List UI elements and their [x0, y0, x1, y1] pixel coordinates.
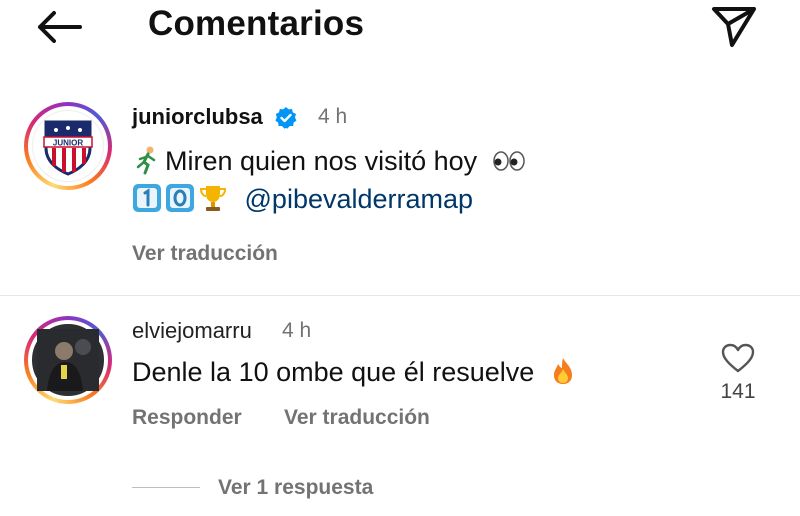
trophy-icon: [198, 183, 228, 213]
running-person-icon: [132, 145, 162, 175]
caption-line1: Miren quien nos visitó hoy: [165, 146, 478, 176]
arrow-left-icon: [38, 11, 82, 43]
like-count: 141: [720, 380, 756, 403]
see-translation-link[interactable]: Ver traducción: [132, 242, 278, 266]
heart-icon: [721, 343, 755, 373]
post-caption: JUNIOR juniorclubsa 4 h Miren quien nos …: [0, 96, 800, 292]
post-username[interactable]: juniorclubsa: [132, 104, 263, 130]
verified-badge-icon: [275, 107, 297, 129]
commenter-avatar[interactable]: [24, 316, 112, 404]
view-replies-button[interactable]: Ver 1 respuesta: [218, 476, 373, 500]
comment-time: 4 h: [282, 319, 312, 342]
paper-plane-icon: [712, 7, 756, 47]
caption-text: Miren quien nos visitó hoy @pibevalderra…: [132, 142, 530, 218]
replies-divider-line: [132, 487, 200, 488]
header-bar: Comentarios: [0, 0, 800, 56]
comment-username[interactable]: elviejomarru: [132, 318, 252, 344]
post-time: 4 h: [318, 105, 348, 128]
comment-text: Denle la 10 ombe que él resuelve: [132, 356, 581, 388]
share-button[interactable]: [706, 2, 762, 50]
see-translation-link[interactable]: Ver traducción: [284, 406, 430, 430]
mention-link[interactable]: @pibevalderramap: [245, 184, 474, 214]
avatar[interactable]: JUNIOR: [24, 102, 112, 190]
profile-photo: [32, 324, 104, 396]
eyes-icon: [491, 145, 527, 175]
back-button[interactable]: [30, 6, 86, 48]
svg-text:JUNIOR: JUNIOR: [53, 139, 83, 148]
keycap-one-icon: [132, 183, 162, 213]
like-button[interactable]: [718, 338, 758, 378]
club-crest-logo: JUNIOR: [32, 110, 104, 182]
reply-button[interactable]: Responder: [132, 406, 242, 430]
page-title: Comentarios: [148, 4, 365, 43]
divider: [0, 295, 800, 296]
keycap-zero-icon: [165, 183, 195, 213]
comment-item: elviejomarru 4 h Denle la 10 ombe que él…: [0, 310, 800, 510]
fire-icon: [548, 356, 578, 386]
